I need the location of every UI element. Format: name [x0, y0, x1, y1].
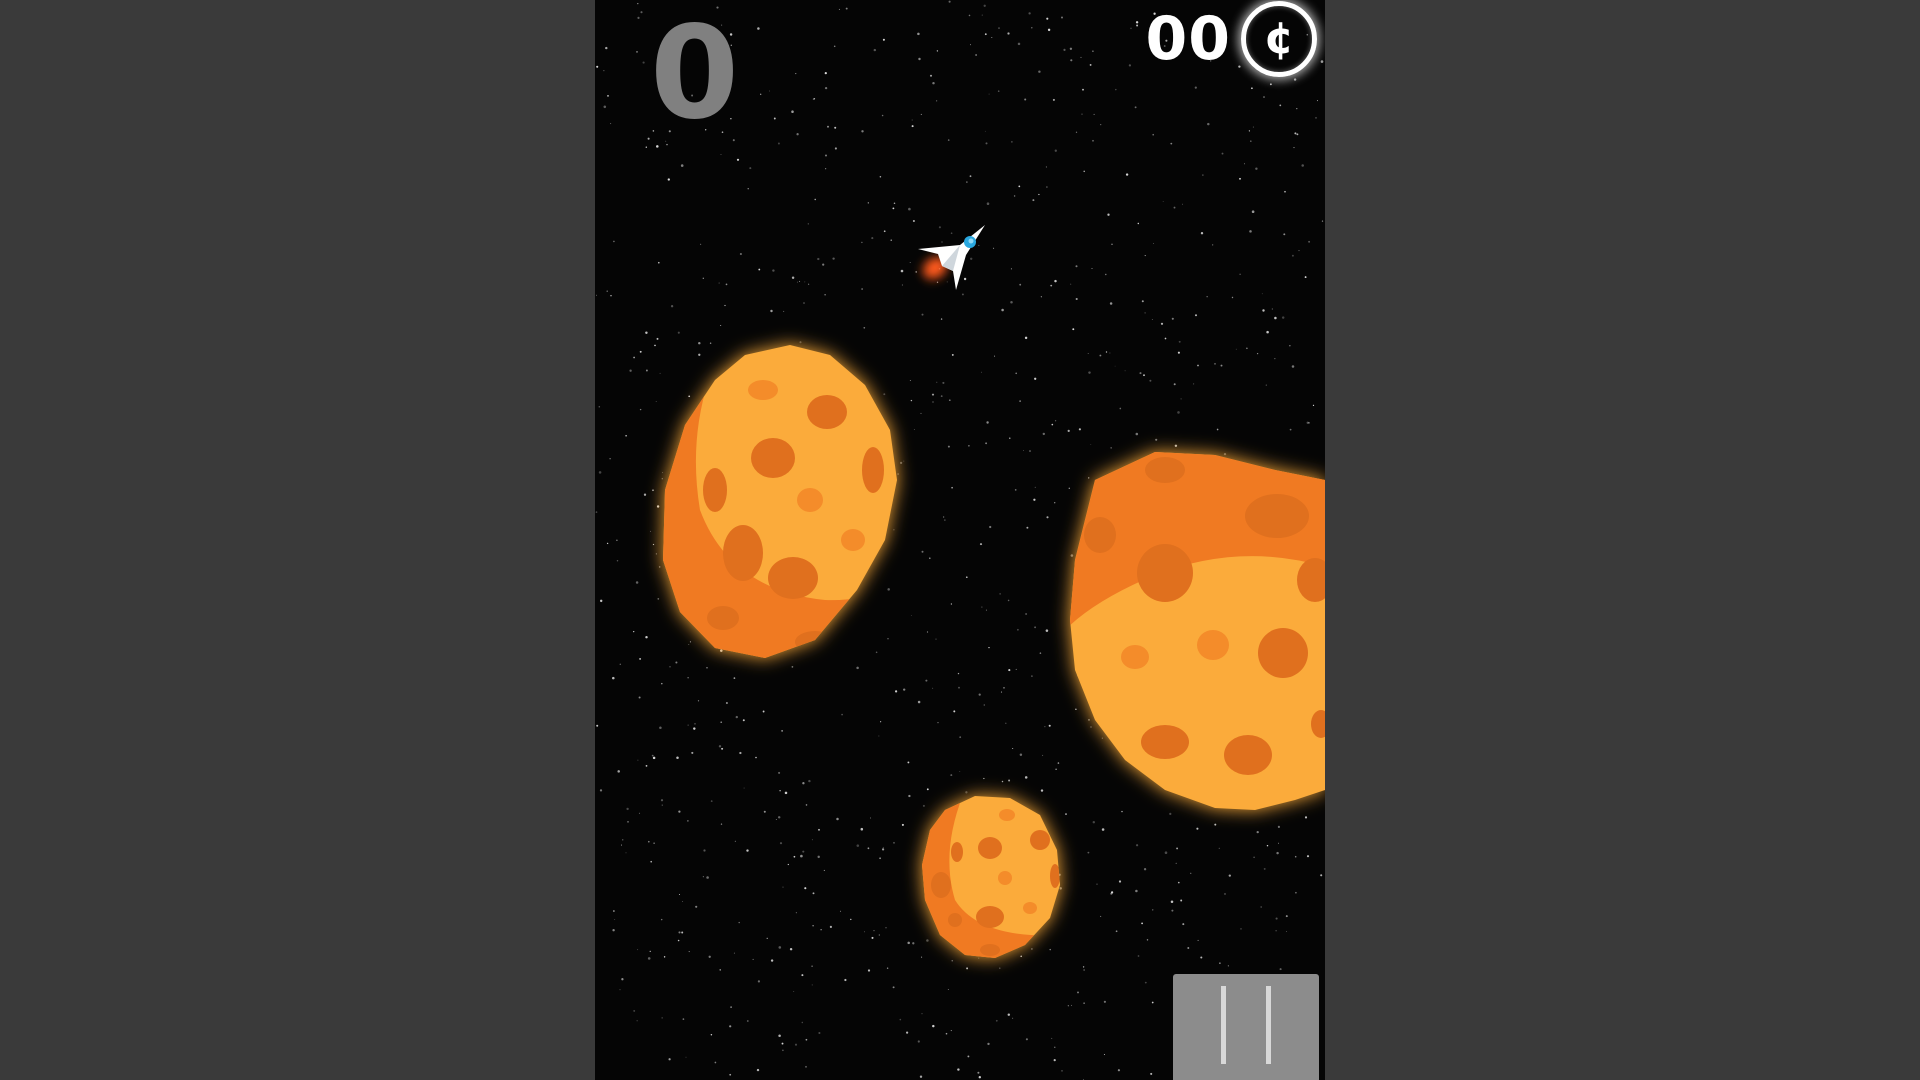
- coin-counter: 00 ¢: [1145, 1, 1317, 77]
- game-viewport[interactable]: 0 00 ¢: [595, 0, 1325, 1080]
- pause-icon: [1266, 986, 1271, 1064]
- coin-icon: ¢: [1241, 1, 1317, 77]
- score-display: 0: [650, 0, 739, 148]
- spaceship: [918, 225, 985, 290]
- asteroid: [1070, 452, 1325, 810]
- coin-count: 00: [1145, 4, 1231, 74]
- pause-icon: [1221, 986, 1226, 1064]
- asteroid: [663, 345, 897, 658]
- pause-button[interactable]: [1173, 974, 1319, 1080]
- game-scene: [663, 225, 1325, 958]
- coin-symbol: ¢: [1263, 13, 1295, 64]
- asteroid: [922, 796, 1060, 958]
